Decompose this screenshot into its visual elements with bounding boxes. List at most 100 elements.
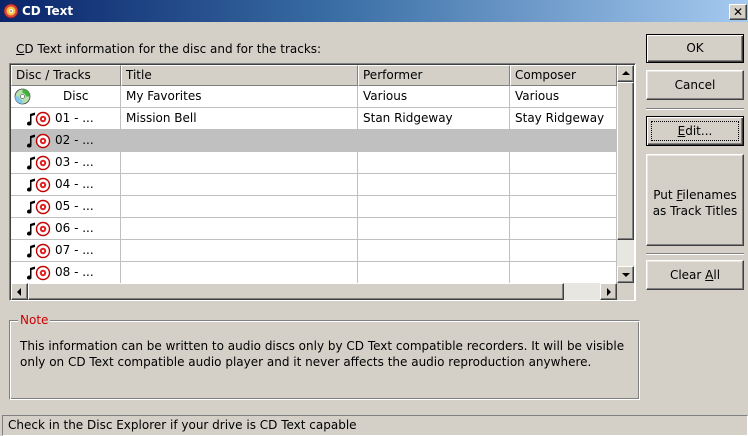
column-header-label: Title [126,68,152,82]
put-filenames-as-track-titles-button[interactable]: Put Filenames as Track Titles [646,154,744,246]
music-note-cd-icon [27,243,51,259]
music-note-cd-icon [27,155,51,171]
grid-header: Disc / Tracks Title Performer Composer [11,65,617,86]
edit-button[interactable]: Edit... [646,116,744,146]
title-bar: CD Text ✕ [0,0,748,22]
composer-cell[interactable]: Various [510,86,617,108]
title-cell[interactable] [121,152,358,174]
track-number: 08 - ... [55,265,94,279]
cd-disc-icon [14,88,31,105]
grid-body: Disc My Favorites Various Various 01 - .… [11,86,617,283]
horizontal-scroll-thumb[interactable] [28,283,564,300]
composer-cell[interactable] [510,130,617,152]
track-row[interactable]: 03 - ... [11,152,617,174]
title-cell[interactable] [121,240,358,262]
column-header-label: Disc / Tracks [16,68,91,82]
label-part: Put [653,188,677,202]
title-cell[interactable]: My Favorites [121,86,358,108]
track-cell[interactable]: 07 - ... [11,240,121,262]
vertical-scrollbar[interactable] [617,65,634,283]
performer-cell[interactable] [358,218,510,240]
column-header-performer[interactable]: Performer [358,65,510,86]
clear-all-button[interactable]: Clear All [646,260,744,290]
close-icon: ✕ [732,5,744,19]
separator [646,253,744,255]
track-row[interactable]: 06 - ... [11,218,617,240]
label-part: Clear [669,268,706,282]
composer-cell[interactable] [510,152,617,174]
cancel-button-label: Cancel [674,78,716,92]
cd-text-dialog: CD Text ✕ CD Text information for the di… [0,0,748,436]
title-cell[interactable] [121,218,358,240]
cd-text-app-icon [3,3,19,19]
performer-cell[interactable] [358,174,510,196]
vertical-scroll-thumb[interactable] [617,82,634,240]
track-row[interactable]: 01 - ... Mission Bell Stan Ridgeway Stay… [11,108,617,130]
arrow-right-icon [607,288,611,296]
track-row[interactable]: 04 - ... [11,174,617,196]
disc-label: Disc [63,89,89,103]
track-cell[interactable]: 08 - ... [11,262,121,283]
disc-row[interactable]: Disc My Favorites Various Various [11,86,617,108]
title-cell[interactable]: Mission Bell [121,108,358,130]
track-row[interactable]: 05 - ... [11,196,617,218]
music-note-cd-icon [27,133,51,149]
scrollbar-corner [617,283,634,300]
track-cell[interactable]: 02 - ... [11,130,121,152]
track-number: 06 - ... [55,221,94,235]
music-note-cd-icon [27,265,51,281]
track-row-selected[interactable]: 02 - ... [11,130,617,152]
focus-ring [651,121,739,141]
window-title: CD Text [22,4,74,18]
column-header-label: Composer [515,68,576,82]
title-cell[interactable] [121,174,358,196]
track-number: 04 - ... [55,177,94,191]
music-note-cd-icon [27,177,51,193]
column-header-disc-tracks[interactable]: Disc / Tracks [11,65,121,86]
composer-cell[interactable] [510,174,617,196]
performer-cell[interactable] [358,240,510,262]
ok-button[interactable]: OK [646,34,744,63]
performer-cell[interactable]: Various [358,86,510,108]
disc-cell[interactable]: Disc [11,86,121,108]
status-bar: Check in the Disc Explorer if your drive… [2,415,748,436]
composer-cell[interactable] [510,240,617,262]
title-cell[interactable] [121,196,358,218]
separator [646,108,744,110]
column-header-label: Performer [363,68,423,82]
track-row-partial[interactable]: 08 - ... [11,262,617,283]
cd-text-grid[interactable]: Disc / Tracks Title Performer Composer D… [9,63,636,301]
performer-cell[interactable] [358,152,510,174]
title-cell[interactable] [121,130,358,152]
track-cell[interactable]: 06 - ... [11,218,121,240]
music-note-cd-icon [27,199,51,215]
performer-cell[interactable] [358,262,510,283]
put-filenames-line2: as Track Titles [652,204,738,218]
grid-label: CD Text information for the disc and for… [16,42,321,56]
performer-cell[interactable] [358,130,510,152]
scroll-up-button[interactable] [617,65,634,82]
scroll-right-button[interactable] [600,283,617,300]
composer-cell[interactable]: Stay Ridgeway [510,108,617,130]
composer-cell[interactable] [510,218,617,240]
column-header-title[interactable]: Title [121,65,358,86]
composer-cell[interactable] [510,196,617,218]
composer-cell[interactable] [510,262,617,283]
cancel-button[interactable]: Cancel [646,70,744,100]
track-number: 03 - ... [55,155,94,169]
scroll-down-button[interactable] [617,266,634,283]
track-cell[interactable]: 03 - ... [11,152,121,174]
title-cell[interactable] [121,262,358,283]
track-cell[interactable]: 05 - ... [11,196,121,218]
performer-cell[interactable] [358,196,510,218]
track-row[interactable]: 07 - ... [11,240,617,262]
label-part: ilenames [682,188,737,202]
scroll-left-button[interactable] [11,283,28,300]
track-number: 07 - ... [55,243,94,257]
close-button[interactable]: ✕ [729,4,747,20]
horizontal-scrollbar[interactable] [11,283,617,300]
track-cell[interactable]: 04 - ... [11,174,121,196]
track-cell[interactable]: 01 - ... [11,108,121,130]
performer-cell[interactable]: Stan Ridgeway [358,108,510,130]
column-header-composer[interactable]: Composer [510,65,617,86]
